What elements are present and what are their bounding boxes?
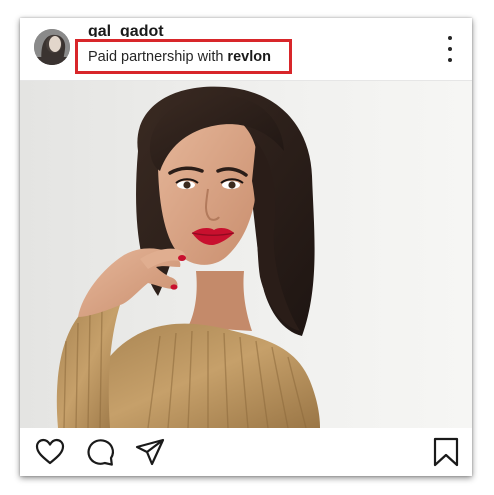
action-bar xyxy=(20,428,472,476)
bookmark-icon[interactable] xyxy=(430,436,462,468)
username[interactable]: gal_gadot xyxy=(88,22,164,37)
paid-partnership-label[interactable]: Paid partnership with revlon xyxy=(75,39,292,74)
paper-plane-icon[interactable] xyxy=(134,436,166,468)
comment-icon[interactable] xyxy=(84,436,116,468)
avatar-image xyxy=(34,29,70,65)
more-options-icon[interactable] xyxy=(442,36,458,62)
post-card: gal_gadot Paid partnership with revlon xyxy=(20,18,472,476)
post-image[interactable] xyxy=(20,81,472,428)
portrait-illustration xyxy=(20,81,472,428)
avatar[interactable] xyxy=(34,29,70,65)
heart-icon[interactable] xyxy=(34,436,66,468)
sponsor-name[interactable]: revlon xyxy=(227,49,271,65)
sponsor-prefix: Paid partnership with xyxy=(88,48,224,65)
post-header: gal_gadot Paid partnership with revlon xyxy=(20,18,472,80)
